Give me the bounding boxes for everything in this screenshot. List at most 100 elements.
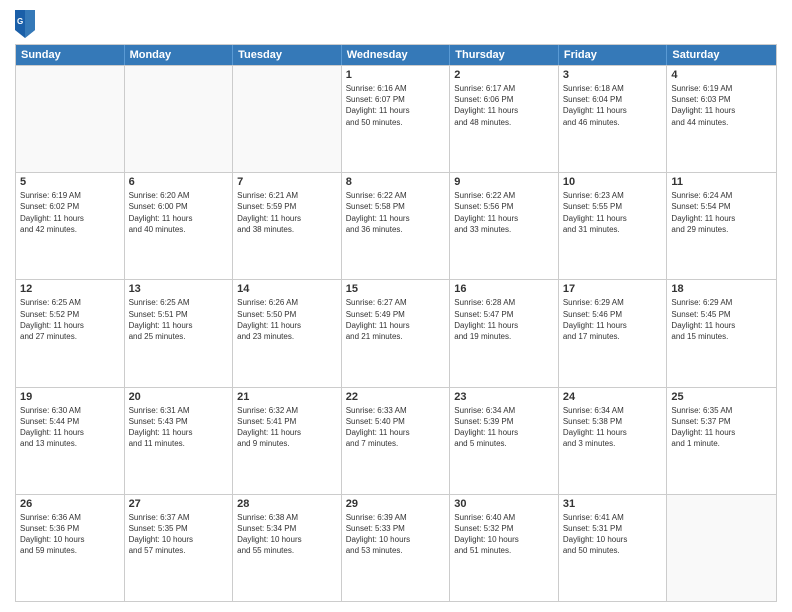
day-info: Sunrise: 6:37 AM Sunset: 5:35 PM Dayligh…: [129, 512, 229, 557]
cal-day-16: 16 Sunrise: 6:28 AM Sunset: 5:47 PM Dayli…: [450, 280, 559, 386]
cal-week-3: 12 Sunrise: 6:25 AM Sunset: 5:52 PM Dayli…: [16, 279, 776, 386]
page: G SundayMondayTuesdayWednesdayThursdayFr…: [0, 0, 792, 612]
cal-day-7: 7 Sunrise: 6:21 AM Sunset: 5:59 PM Daylig…: [233, 173, 342, 279]
logo: G: [15, 10, 38, 38]
cal-week-2: 5Sunrise: 6:19 AM Sunset: 6:02 PM Daylig…: [16, 172, 776, 279]
svg-text:G: G: [17, 17, 23, 26]
day-info: Sunrise: 6:19 AM Sunset: 6:02 PM Dayligh…: [20, 190, 120, 235]
cal-day-29: 29 Sunrise: 6:39 AM Sunset: 5:33 PM Dayli…: [342, 495, 451, 601]
day-number: 26: [20, 498, 120, 510]
day-number: 30: [454, 498, 554, 510]
day-number: 22: [346, 391, 446, 403]
cal-empty: [233, 66, 342, 172]
day-number: 17: [563, 283, 663, 295]
cal-day-6: 6 Sunrise: 6:20 AM Sunset: 6:00 PM Daylig…: [125, 173, 234, 279]
day-info: Sunrise: 6:39 AM Sunset: 5:33 PM Dayligh…: [346, 512, 446, 557]
cal-header-wednesday: Wednesday: [342, 45, 451, 65]
day-info: Sunrise: 6:40 AM Sunset: 5:32 PM Dayligh…: [454, 512, 554, 557]
cal-day-11: 11 Sunrise: 6:24 AM Sunset: 5:54 PM Dayli…: [667, 173, 776, 279]
day-info: Sunrise: 6:19 AM Sunset: 6:03 PM Dayligh…: [671, 83, 772, 128]
day-info: Sunrise: 6:16 AM Sunset: 6:07 PM Dayligh…: [346, 83, 446, 128]
calendar: SundayMondayTuesdayWednesdayThursdayFrid…: [15, 44, 777, 602]
cal-day-28: 28 Sunrise: 6:38 AM Sunset: 5:34 PM Dayli…: [233, 495, 342, 601]
cal-day-5: 5Sunrise: 6:19 AM Sunset: 6:02 PM Daylig…: [16, 173, 125, 279]
cal-day-24: 24Sunrise: 6:34 AM Sunset: 5:38 PM Dayli…: [559, 388, 668, 494]
day-info: Sunrise: 6:26 AM Sunset: 5:50 PM Dayligh…: [237, 297, 337, 342]
day-number: 27: [129, 498, 229, 510]
day-info: Sunrise: 6:29 AM Sunset: 5:46 PM Dayligh…: [563, 297, 663, 342]
day-info: Sunrise: 6:32 AM Sunset: 5:41 PM Dayligh…: [237, 405, 337, 450]
cal-empty: [125, 66, 234, 172]
cal-day-2: 2Sunrise: 6:17 AM Sunset: 6:06 PM Daylig…: [450, 66, 559, 172]
day-number: 28: [237, 498, 337, 510]
day-info: Sunrise: 6:31 AM Sunset: 5:43 PM Dayligh…: [129, 405, 229, 450]
day-info: Sunrise: 6:22 AM Sunset: 5:58 PM Dayligh…: [346, 190, 446, 235]
cal-day-23: 23 Sunrise: 6:34 AM Sunset: 5:39 PM Dayli…: [450, 388, 559, 494]
day-info: Sunrise: 6:36 AM Sunset: 5:36 PM Dayligh…: [20, 512, 120, 557]
day-info: Sunrise: 6:38 AM Sunset: 5:34 PM Dayligh…: [237, 512, 337, 557]
cal-day-26: 26 Sunrise: 6:36 AM Sunset: 5:36 PM Dayli…: [16, 495, 125, 601]
day-info: Sunrise: 6:34 AM Sunset: 5:38 PM Dayligh…: [563, 405, 663, 450]
cal-week-1: 1Sunrise: 6:16 AM Sunset: 6:07 PM Daylig…: [16, 65, 776, 172]
day-number: 18: [671, 283, 772, 295]
cal-empty: [667, 495, 776, 601]
cal-day-30: 30 Sunrise: 6:40 AM Sunset: 5:32 PM Dayli…: [450, 495, 559, 601]
cal-empty: [16, 66, 125, 172]
day-info: Sunrise: 6:23 AM Sunset: 5:55 PM Dayligh…: [563, 190, 663, 235]
day-info: Sunrise: 6:24 AM Sunset: 5:54 PM Dayligh…: [671, 190, 772, 235]
day-number: 31: [563, 498, 663, 510]
calendar-body: 1Sunrise: 6:16 AM Sunset: 6:07 PM Daylig…: [16, 65, 776, 601]
day-info: Sunrise: 6:35 AM Sunset: 5:37 PM Dayligh…: [671, 405, 772, 450]
cal-week-5: 26 Sunrise: 6:36 AM Sunset: 5:36 PM Dayli…: [16, 494, 776, 601]
day-number: 19: [20, 391, 120, 403]
day-number: 11: [671, 176, 772, 188]
day-number: 14: [237, 283, 337, 295]
day-number: 20: [129, 391, 229, 403]
cal-day-17: 17 Sunrise: 6:29 AM Sunset: 5:46 PM Dayli…: [559, 280, 668, 386]
cal-day-22: 22 Sunrise: 6:33 AM Sunset: 5:40 PM Dayli…: [342, 388, 451, 494]
cal-day-3: 3 Sunrise: 6:18 AM Sunset: 6:04 PM Daylig…: [559, 66, 668, 172]
cal-header-monday: Monday: [125, 45, 234, 65]
day-info: Sunrise: 6:29 AM Sunset: 5:45 PM Dayligh…: [671, 297, 772, 342]
day-number: 9: [454, 176, 554, 188]
day-info: Sunrise: 6:25 AM Sunset: 5:52 PM Dayligh…: [20, 297, 120, 342]
day-number: 7: [237, 176, 337, 188]
cal-day-31: 31 Sunrise: 6:41 AM Sunset: 5:31 PM Dayli…: [559, 495, 668, 601]
cal-header-friday: Friday: [559, 45, 668, 65]
cal-day-4: 4Sunrise: 6:19 AM Sunset: 6:03 PM Daylig…: [667, 66, 776, 172]
day-info: Sunrise: 6:18 AM Sunset: 6:04 PM Dayligh…: [563, 83, 663, 128]
cal-day-14: 14 Sunrise: 6:26 AM Sunset: 5:50 PM Dayli…: [233, 280, 342, 386]
cal-day-12: 12 Sunrise: 6:25 AM Sunset: 5:52 PM Dayli…: [16, 280, 125, 386]
day-info: Sunrise: 6:21 AM Sunset: 5:59 PM Dayligh…: [237, 190, 337, 235]
cal-day-25: 25 Sunrise: 6:35 AM Sunset: 5:37 PM Dayli…: [667, 388, 776, 494]
day-number: 29: [346, 498, 446, 510]
cal-day-27: 27 Sunrise: 6:37 AM Sunset: 5:35 PM Dayli…: [125, 495, 234, 601]
day-number: 8: [346, 176, 446, 188]
day-number: 3: [563, 69, 663, 81]
day-info: Sunrise: 6:22 AM Sunset: 5:56 PM Dayligh…: [454, 190, 554, 235]
day-number: 2: [454, 69, 554, 81]
day-number: 23: [454, 391, 554, 403]
day-number: 12: [20, 283, 120, 295]
cal-day-9: 9 Sunrise: 6:22 AM Sunset: 5:56 PM Daylig…: [450, 173, 559, 279]
cal-day-13: 13Sunrise: 6:25 AM Sunset: 5:51 PM Dayli…: [125, 280, 234, 386]
day-number: 25: [671, 391, 772, 403]
day-info: Sunrise: 6:20 AM Sunset: 6:00 PM Dayligh…: [129, 190, 229, 235]
day-info: Sunrise: 6:34 AM Sunset: 5:39 PM Dayligh…: [454, 405, 554, 450]
day-number: 6: [129, 176, 229, 188]
day-info: Sunrise: 6:27 AM Sunset: 5:49 PM Dayligh…: [346, 297, 446, 342]
cal-day-19: 19Sunrise: 6:30 AM Sunset: 5:44 PM Dayli…: [16, 388, 125, 494]
day-number: 15: [346, 283, 446, 295]
day-info: Sunrise: 6:41 AM Sunset: 5:31 PM Dayligh…: [563, 512, 663, 557]
cal-day-21: 21 Sunrise: 6:32 AM Sunset: 5:41 PM Dayli…: [233, 388, 342, 494]
logo-icon: G: [15, 10, 35, 38]
cal-header-thursday: Thursday: [450, 45, 559, 65]
day-info: Sunrise: 6:33 AM Sunset: 5:40 PM Dayligh…: [346, 405, 446, 450]
day-number: 16: [454, 283, 554, 295]
cal-day-10: 10Sunrise: 6:23 AM Sunset: 5:55 PM Dayli…: [559, 173, 668, 279]
cal-header-saturday: Saturday: [667, 45, 776, 65]
day-info: Sunrise: 6:28 AM Sunset: 5:47 PM Dayligh…: [454, 297, 554, 342]
calendar-header: SundayMondayTuesdayWednesdayThursdayFrid…: [16, 45, 776, 65]
day-number: 21: [237, 391, 337, 403]
cal-day-1: 1Sunrise: 6:16 AM Sunset: 6:07 PM Daylig…: [342, 66, 451, 172]
